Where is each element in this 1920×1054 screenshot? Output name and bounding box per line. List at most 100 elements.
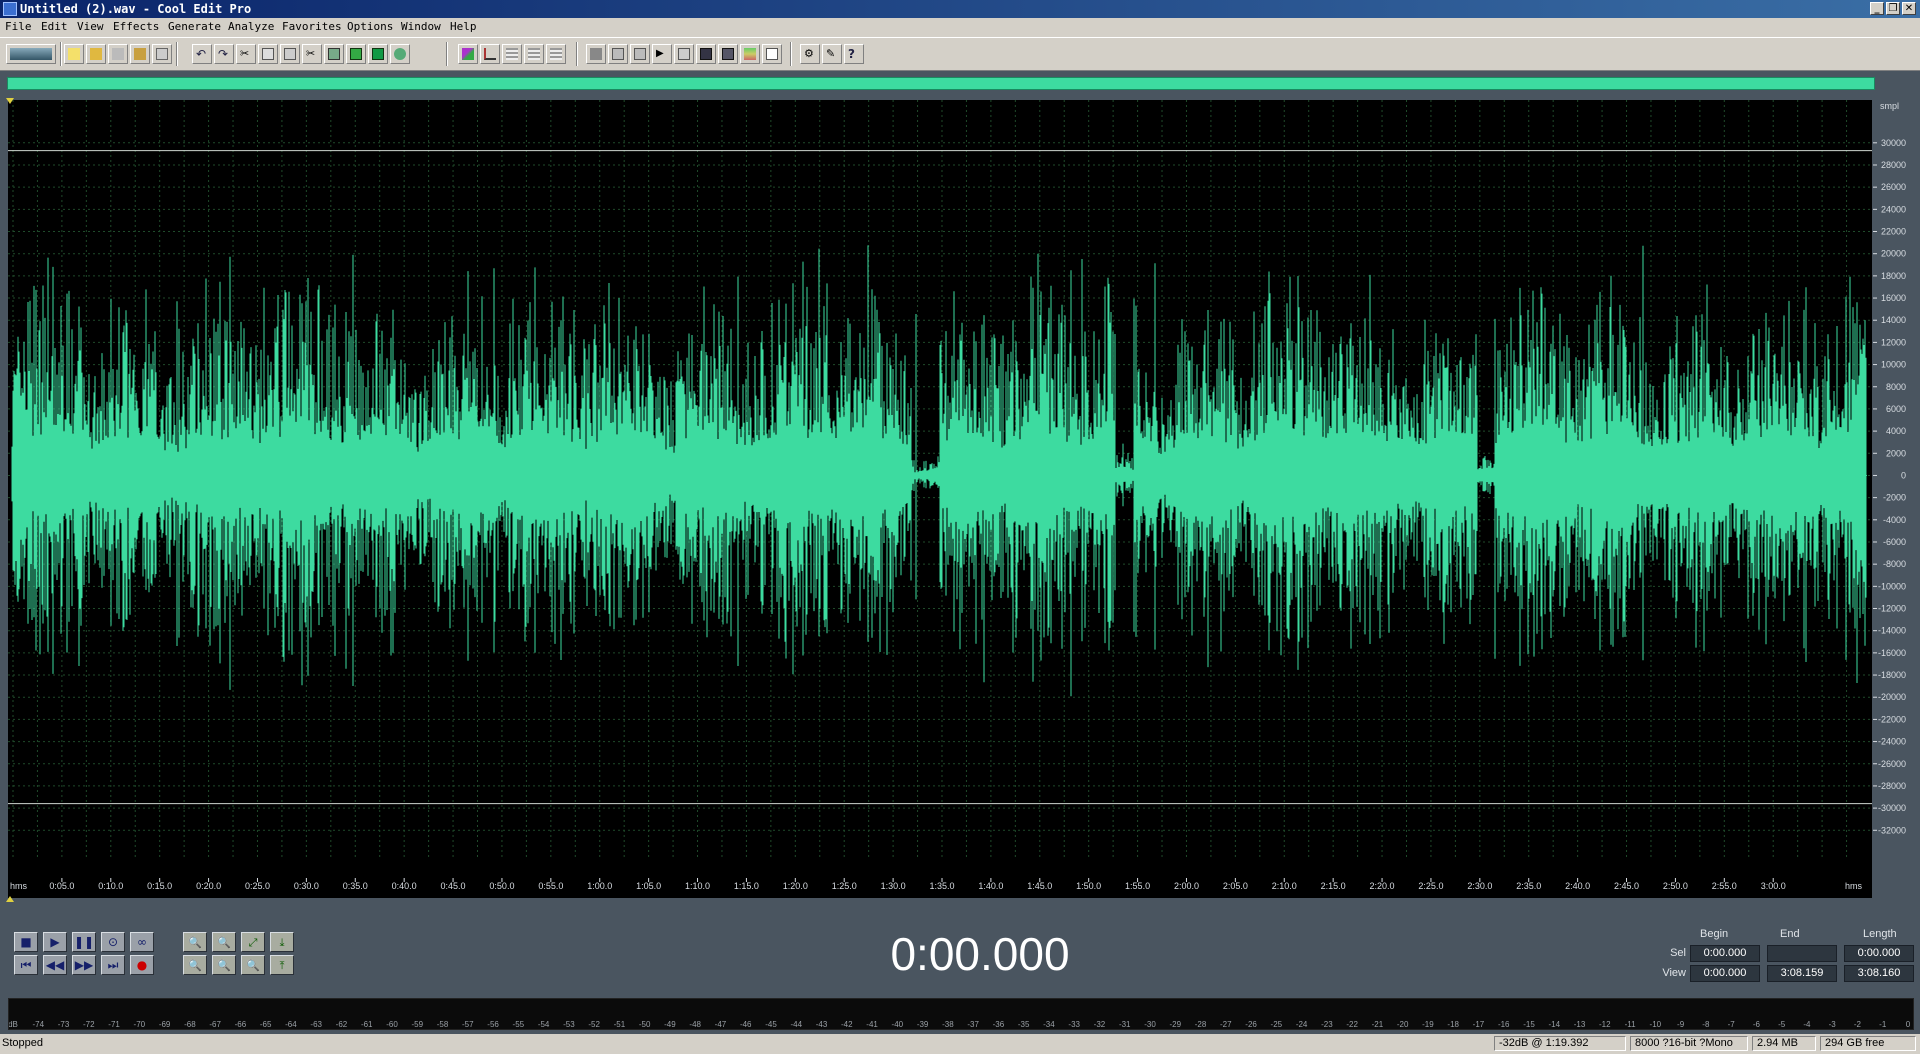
level-tick-label: -63 bbox=[310, 1020, 322, 1029]
time-tick-label: 1:15.0 bbox=[734, 881, 759, 891]
go-to-end-button[interactable]: ⏭ bbox=[101, 955, 125, 975]
sel-begin-field[interactable]: 0:00.000 bbox=[1690, 945, 1760, 962]
menu-generate[interactable]: Generate bbox=[168, 20, 221, 34]
save-as-button[interactable] bbox=[130, 44, 150, 64]
tool-button-d[interactable] bbox=[740, 44, 760, 64]
snap-button[interactable] bbox=[524, 44, 544, 64]
overview-range-bar[interactable] bbox=[7, 77, 1875, 90]
new-file-button[interactable] bbox=[64, 44, 84, 64]
level-tick-label: -9 bbox=[1677, 1020, 1685, 1029]
mix-paste-button[interactable] bbox=[324, 44, 344, 64]
view-begin-field[interactable]: 0:00.000 bbox=[1690, 965, 1760, 982]
help-button[interactable]: ? bbox=[844, 44, 864, 64]
zoom-out-vertical-button[interactable]: ⤒ bbox=[270, 955, 294, 975]
app-icon[interactable] bbox=[3, 2, 17, 16]
zoom-selection-button[interactable]: 🔍 bbox=[241, 955, 265, 975]
level-tick-label: -59 bbox=[411, 1020, 423, 1029]
fade-button[interactable] bbox=[480, 44, 500, 64]
menu-favorites[interactable]: Favorites bbox=[282, 20, 342, 34]
save-button[interactable] bbox=[108, 44, 128, 64]
view-length-field[interactable]: 3:08.160 bbox=[1844, 965, 1914, 982]
stop-icon: ■ bbox=[20, 935, 32, 949]
menu-window[interactable]: Window bbox=[401, 20, 441, 34]
tool-button-e[interactable] bbox=[762, 44, 782, 64]
menu-edit[interactable]: Edit bbox=[41, 20, 68, 34]
menu-file[interactable]: File bbox=[5, 20, 32, 34]
waveform-view-button[interactable] bbox=[586, 44, 606, 64]
waveform-panel: smpl 30000 28000 26000 24000 22000 20000 18000 1… bbox=[0, 98, 1920, 920]
pause-button[interactable]: ❚❚ bbox=[72, 932, 96, 952]
cue-button[interactable]: ✎ bbox=[822, 44, 842, 64]
minimize-button[interactable]: _ bbox=[1870, 2, 1884, 15]
spectral-view-button[interactable] bbox=[502, 44, 522, 64]
play-to-end-button[interactable]: ⊙ bbox=[101, 932, 125, 952]
record-button[interactable]: ● bbox=[130, 955, 154, 975]
green-tool-button[interactable] bbox=[346, 44, 366, 64]
selection-view-panel: Begin End Length Sel View 0:00.000 0:00.… bbox=[1660, 928, 1915, 988]
view-end-field[interactable]: 3:08.159 bbox=[1767, 965, 1837, 982]
convert-button[interactable] bbox=[368, 44, 388, 64]
time-tick-label: 0:20.0 bbox=[196, 881, 221, 891]
go-to-end-icon: ⏭ bbox=[107, 958, 119, 972]
amplitude-tick-label: 22000 bbox=[1881, 227, 1906, 237]
settings-button[interactable]: ⚙ bbox=[800, 44, 820, 64]
toggle-multitrack-button[interactable] bbox=[6, 44, 56, 64]
sel-length-field[interactable]: 0:00.000 bbox=[1844, 945, 1914, 962]
zoom-left-button[interactable]: 🔍 bbox=[183, 955, 207, 975]
level-tick-label: -15 bbox=[1523, 1020, 1535, 1029]
tool-button-c[interactable] bbox=[718, 44, 738, 64]
stop-button[interactable]: ■ bbox=[14, 932, 38, 952]
redo-button[interactable]: ↷ bbox=[214, 44, 234, 64]
amplitude-tick-label: -28000 bbox=[1878, 781, 1906, 791]
zoom-in-horizontal-button[interactable]: 🔍 bbox=[183, 932, 207, 952]
fast-forward-button[interactable]: ▶▶ bbox=[72, 955, 96, 975]
level-tick-label: -38 bbox=[942, 1020, 954, 1029]
copy-button[interactable] bbox=[258, 44, 278, 64]
envelope-button[interactable] bbox=[458, 44, 478, 64]
level-tick-label: -27 bbox=[1220, 1020, 1232, 1029]
grid-button[interactable] bbox=[546, 44, 566, 64]
close-file-button[interactable] bbox=[152, 44, 172, 64]
zoom-right-button[interactable]: 🔍 bbox=[212, 955, 236, 975]
sel-end-field[interactable] bbox=[1767, 945, 1837, 962]
tool-button-a[interactable] bbox=[608, 44, 628, 64]
time-tick-label: 1:35.0 bbox=[929, 881, 954, 891]
paste-button[interactable] bbox=[280, 44, 300, 64]
level-tick-label: -66 bbox=[235, 1020, 247, 1029]
level-tick-label: -61 bbox=[361, 1020, 373, 1029]
close-button[interactable]: ✕ bbox=[1902, 2, 1916, 15]
waveform-display[interactable]: smpl300002800026000240002200020000180001… bbox=[0, 98, 1920, 920]
open-file-button[interactable] bbox=[86, 44, 106, 64]
play-button[interactable]: ▶ bbox=[43, 932, 67, 952]
zoom-right-icon: 🔍 bbox=[217, 959, 231, 972]
go-to-start-button[interactable]: ⏮ bbox=[14, 955, 38, 975]
amplitude-tick-label: 2000 bbox=[1886, 448, 1906, 458]
menu-analyze[interactable]: Analyze bbox=[228, 20, 274, 34]
cut-button[interactable]: ✂ bbox=[236, 44, 256, 64]
tool-b-icon bbox=[634, 48, 646, 60]
preview-button[interactable] bbox=[390, 44, 410, 64]
trim-button[interactable]: ✂ bbox=[302, 44, 322, 64]
zoom-out-horizontal-button[interactable]: 🔍 bbox=[212, 932, 236, 952]
menu-options[interactable]: Options bbox=[347, 20, 393, 34]
level-tick-label: -53 bbox=[563, 1020, 575, 1029]
grid-icon bbox=[550, 48, 562, 60]
status-format: 8000 ?16-bit ?Mono bbox=[1630, 1036, 1748, 1051]
tool-button-b[interactable] bbox=[630, 44, 650, 64]
restore-button[interactable]: ❐ bbox=[1886, 2, 1900, 15]
time-format-button[interactable] bbox=[696, 44, 716, 64]
menu-help[interactable]: Help bbox=[450, 20, 477, 34]
play-preview-button[interactable]: ▶ bbox=[652, 44, 672, 64]
menu-bar: File Edit View Effects Generate Analyze … bbox=[0, 18, 1920, 37]
level-tick-label: -31 bbox=[1119, 1020, 1131, 1029]
amplitude-tick-label: 0 bbox=[1901, 470, 1906, 480]
loop-button[interactable]: ∞ bbox=[130, 932, 154, 952]
menu-view[interactable]: View bbox=[77, 20, 104, 34]
scan-button[interactable] bbox=[674, 44, 694, 64]
zoom-in-vertical-button[interactable]: ⤓ bbox=[270, 932, 294, 952]
menu-effects[interactable]: Effects bbox=[113, 20, 159, 34]
zoom-full-button[interactable]: ⤢ bbox=[241, 932, 265, 952]
undo-button[interactable]: ↶ bbox=[192, 44, 212, 64]
rewind-button[interactable]: ◀◀ bbox=[43, 955, 67, 975]
overview-panel bbox=[0, 71, 1920, 98]
